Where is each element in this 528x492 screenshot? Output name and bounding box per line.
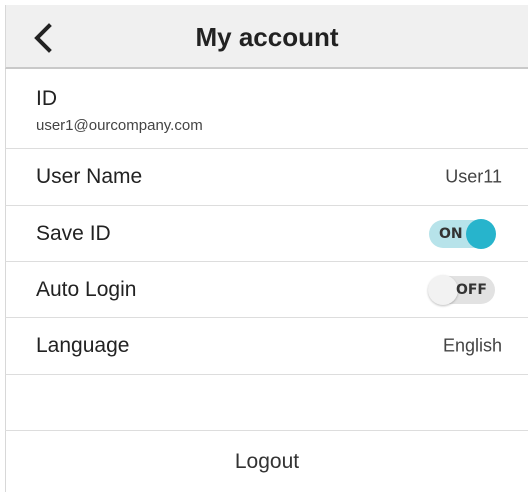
toggle-knob xyxy=(466,218,496,249)
save-id-toggle-text: ON xyxy=(439,225,463,242)
id-label: ID xyxy=(36,87,57,110)
auto-login-toggle[interactable]: OFF xyxy=(428,274,495,305)
page-title: My account xyxy=(195,21,339,52)
auto-login-toggle-text: OFF xyxy=(455,281,487,298)
save-id-toggle[interactable]: ON xyxy=(429,218,496,249)
toggle-knob xyxy=(428,274,458,305)
header-bar: My account xyxy=(5,5,528,69)
id-row: ID user1@ourcompany.com xyxy=(5,69,528,149)
auto-login-label: Auto Login xyxy=(36,277,137,301)
user-name-value: User11 xyxy=(445,166,502,187)
language-value: English xyxy=(442,335,502,356)
user-name-label: User Name xyxy=(36,165,143,188)
logout-button[interactable]: Logout xyxy=(5,431,528,492)
language-row[interactable]: Language English xyxy=(5,318,528,375)
chevron-left-icon xyxy=(34,23,52,53)
id-value: user1@ourcompany.com xyxy=(36,117,203,134)
back-button[interactable] xyxy=(26,21,60,55)
language-label: Language xyxy=(36,334,130,357)
save-id-row: Save ID ON xyxy=(5,206,528,262)
user-name-row[interactable]: User Name User11 xyxy=(5,149,528,206)
auto-login-row: Auto Login OFF xyxy=(5,262,528,318)
save-id-label: Save ID xyxy=(36,221,111,245)
